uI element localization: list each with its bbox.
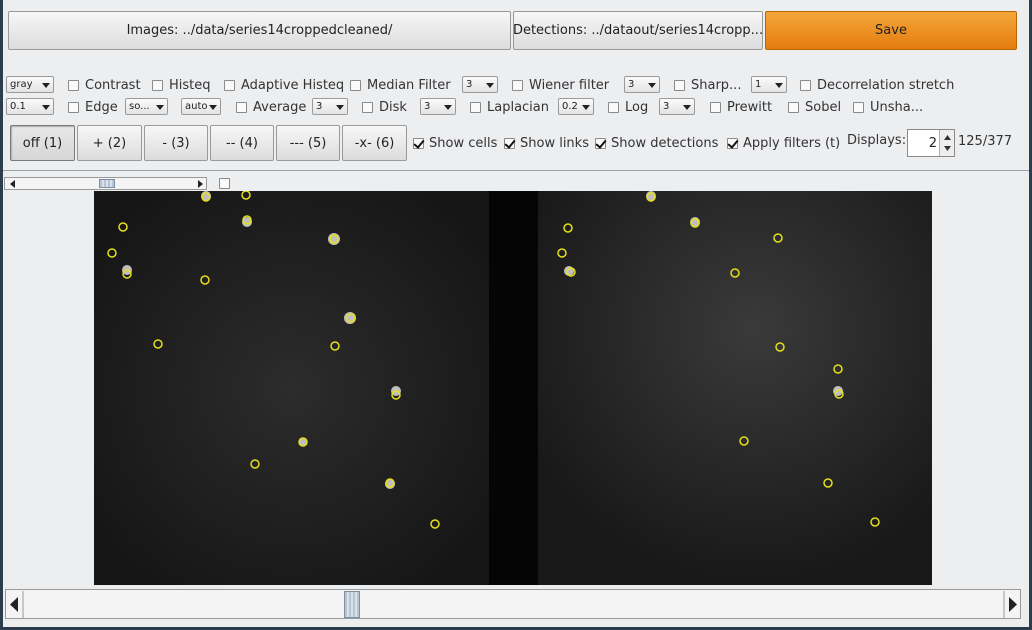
dropdown-arrow-icon [209, 105, 217, 110]
unsharp-label: Unsha... [870, 100, 924, 115]
view-off-button[interactable]: off (1) [10, 125, 75, 161]
image-panel-right[interactable] [538, 191, 932, 585]
detections-folder-button[interactable]: Detections: ../dataout/series14cropp... [513, 11, 763, 50]
wiener-size-value: 3 [628, 79, 635, 90]
spinner-up-down-icon[interactable] [940, 130, 955, 156]
sharpen-value-select[interactable]: 1 [751, 76, 787, 93]
disk-size-select[interactable]: 3 [420, 98, 456, 115]
contrast-checkbox[interactable] [68, 80, 79, 91]
colormap-value: gray [10, 79, 33, 90]
edge-mode-select[interactable]: auto [181, 98, 221, 115]
sharpen-label: Sharp... [691, 78, 742, 93]
show-detections-label: Show detections [611, 136, 719, 151]
average-checkbox[interactable] [236, 102, 247, 113]
displays-value: 2 [928, 136, 937, 151]
disk-label: Disk [379, 100, 407, 115]
apply-filters-label: Apply filters (t) [743, 136, 841, 151]
dropdown-arrow-icon [336, 105, 344, 110]
images-folder-button[interactable]: Images: ../data/series14croppedcleaned/ [8, 11, 511, 50]
prewitt-label: Prewitt [727, 100, 773, 115]
edge-label: Edge [85, 100, 118, 115]
zoom-scrollbar[interactable] [4, 177, 207, 190]
laplacian-checkbox[interactable] [470, 102, 481, 113]
dropdown-arrow-icon [42, 83, 50, 88]
decorrelation-stretch-label: Decorrelation stretch [817, 78, 955, 93]
dropdown-arrow-icon [683, 105, 691, 110]
edge-method-select[interactable]: so... [125, 98, 168, 115]
log-checkbox[interactable] [608, 102, 619, 113]
displays-spinner[interactable]: 2 [907, 129, 955, 157]
zoom-scroll-thumb[interactable] [99, 179, 115, 188]
dropdown-arrow-icon [42, 105, 50, 110]
show-links-label: Show links [520, 136, 589, 151]
edge-method-value: so... [129, 101, 150, 112]
laplacian-value: 0.2 [562, 101, 578, 112]
microscopy-image-right [538, 191, 932, 585]
log-size-select[interactable]: 3 [659, 98, 695, 115]
sobel-checkbox[interactable] [788, 102, 799, 113]
median-size-value: 3 [466, 79, 473, 90]
image-panel-left[interactable] [94, 191, 489, 585]
apply-filters-checkbox[interactable] [727, 138, 738, 149]
edge-threshold-value: 0.1 [10, 101, 26, 112]
histeq-checkbox[interactable] [152, 80, 163, 91]
histeq-label: Histeq [169, 78, 211, 93]
sharpen-value: 1 [755, 79, 762, 90]
contrast-label: Contrast [85, 78, 141, 93]
average-label: Average [253, 100, 307, 115]
median-size-select[interactable]: 3 [462, 76, 498, 93]
dropdown-arrow-icon [582, 105, 590, 110]
show-cells-checkbox[interactable] [413, 138, 424, 149]
laplacian-label: Laplacian [487, 100, 550, 115]
laplacian-value-select[interactable]: 0.2 [558, 98, 594, 115]
edge-threshold-select[interactable]: 0.1 [6, 98, 54, 115]
dropdown-arrow-icon [775, 83, 783, 88]
view-minus3-button[interactable]: --- (5) [276, 125, 340, 161]
dropdown-arrow-icon [486, 83, 494, 88]
image-separator [489, 191, 538, 585]
frame-counter: 125/377 [958, 134, 1013, 149]
log-size-value: 3 [663, 101, 670, 112]
show-cells-label: Show cells [429, 136, 498, 151]
wiener-filter-label: Wiener filter [529, 78, 610, 93]
edge-mode-value: auto [185, 101, 208, 112]
toolbar-divider [3, 170, 1029, 171]
show-links-checkbox[interactable] [504, 138, 515, 149]
small-toggle-checkbox[interactable] [219, 178, 230, 189]
dropdown-arrow-icon [444, 105, 452, 110]
sharpen-checkbox[interactable] [674, 80, 685, 91]
decorrelation-stretch-checkbox[interactable] [800, 80, 811, 91]
sobel-label: Sobel [805, 100, 842, 115]
dropdown-arrow-icon [156, 105, 164, 110]
disk-size-value: 3 [424, 101, 431, 112]
log-label: Log [625, 100, 649, 115]
frame-scroll-arrows-icon [10, 591, 1017, 618]
view-minus-button[interactable]: - (3) [144, 125, 208, 161]
median-filter-label: Median Filter [367, 78, 451, 93]
dropdown-arrow-icon [648, 83, 656, 88]
wiener-filter-checkbox[interactable] [512, 80, 523, 91]
view-plus-button[interactable]: + (2) [77, 125, 142, 161]
frame-scrollbar[interactable] [5, 589, 1021, 619]
prewitt-checkbox[interactable] [710, 102, 721, 113]
edge-checkbox[interactable] [68, 102, 79, 113]
adaptive-histeq-checkbox[interactable] [224, 80, 235, 91]
adaptive-histeq-label: Adaptive Histeq [241, 78, 345, 93]
frame-scroll-thumb[interactable] [344, 591, 360, 618]
median-filter-checkbox[interactable] [350, 80, 361, 91]
disk-checkbox[interactable] [362, 102, 373, 113]
average-size-value: 3 [316, 101, 323, 112]
save-button[interactable]: Save [765, 11, 1017, 50]
unsharp-checkbox[interactable] [853, 102, 864, 113]
wiener-size-select[interactable]: 3 [624, 76, 660, 93]
view-minus2-button[interactable]: -- (4) [210, 125, 274, 161]
spinner-arrows[interactable] [939, 130, 954, 156]
microscopy-image-left [94, 191, 489, 585]
view-x-button[interactable]: -x- (6) [342, 125, 407, 161]
displays-label: Displays: [847, 133, 907, 148]
colormap-select[interactable]: gray [6, 76, 54, 93]
average-size-select[interactable]: 3 [312, 98, 348, 115]
show-detections-checkbox[interactable] [595, 138, 606, 149]
